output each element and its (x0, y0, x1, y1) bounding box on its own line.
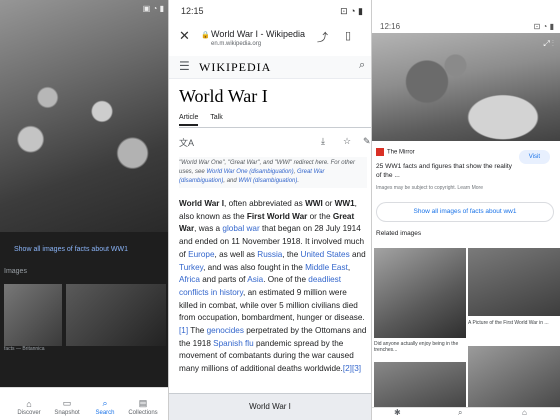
related-image[interactable] (374, 362, 466, 408)
bold-term: WWI (305, 199, 323, 208)
status-icons: ⊡ ◔ ▮ (533, 22, 554, 31)
article-heading: World War I (179, 86, 268, 106)
lens-icon[interactable]: ✱ (394, 408, 401, 417)
article-link[interactable]: Russia (257, 250, 282, 259)
search-icon[interactable]: ⌕ (458, 408, 462, 418)
related-image-caption: Did anyone actually enjoy being in the t… (374, 341, 459, 353)
article-text: . One of the (263, 275, 309, 285)
divider (179, 127, 371, 128)
trench-pool-photo[interactable]: ⤢ ⋮ (370, 33, 560, 141)
star-icon[interactable]: ☆ (343, 136, 351, 147)
article-link[interactable]: United States (301, 250, 350, 259)
close-icon[interactable]: ✕ (179, 28, 190, 44)
article-text: , the (282, 249, 301, 259)
bottom-navigation: ✱ ⌕ ⌂ (370, 407, 560, 420)
article-link[interactable]: Asia (247, 275, 263, 284)
share-icon[interactable]: ⤴ (317, 29, 328, 45)
article-tabs: Article Talk (179, 114, 233, 126)
article-footer-bar[interactable]: World War I (169, 393, 371, 420)
page-title: World War I - Wikipedia (211, 29, 306, 39)
collections-icon: ▤ (138, 398, 148, 408)
article-text: and parts of (199, 275, 248, 285)
related-image-caption: A Picture of the First World War in ... (468, 320, 549, 326)
hatnote-link[interactable]: World War One (disambiguation) (206, 169, 293, 175)
related-image[interactable] (468, 346, 560, 408)
status-icons: ⊡ ◔ ▮ (340, 6, 363, 16)
article-text: and (349, 249, 366, 259)
source-favicon (376, 148, 384, 156)
bold-term: World War I (179, 199, 225, 208)
article-link[interactable]: [2][3] (343, 364, 361, 373)
images-section-label: Images (4, 268, 27, 275)
custom-tab-toolbar: ✕ 🔒 World War I - Wikipedia en.m.wikiped… (169, 22, 371, 56)
status-bar: 12:16 ⊡ ◔ ▮ (380, 22, 554, 31)
article-link[interactable]: Middle East (305, 263, 348, 272)
article-text: , (347, 262, 351, 272)
article-link[interactable]: Europe (188, 250, 214, 259)
status-bar-icons: ▣ ◔ ▮ (142, 4, 164, 13)
hatnote-link[interactable]: WWI (disambiguation) (238, 178, 297, 184)
related-images-heading: Related images (376, 230, 422, 237)
article-text: , and was also fought in the (203, 262, 306, 272)
nav-label: Snapshot (54, 410, 80, 416)
article-text: The (188, 326, 207, 336)
source-name: The Mirror (387, 149, 415, 156)
trench-soldiers-photo[interactable] (0, 0, 170, 232)
expand-more-icon[interactable]: ⤢ ⋮ (543, 39, 554, 49)
left-screenshot-panel: ▣ ◔ ▮ Show all images of facts about WW1… (0, 0, 170, 420)
article-link[interactable]: genocides (207, 326, 244, 335)
hatnote: "World War One", "Great War", and "WWI" … (179, 157, 367, 188)
nav-label: Search (95, 410, 115, 416)
article-lead-paragraph: World War I, often abbreviated as WWI or… (179, 198, 367, 376)
wikipedia-screenshot-panel: 12:15 ⊡ ◔ ▮ ✕ 🔒 World War I - Wikipedia … (168, 0, 372, 420)
tab-article[interactable]: Article (179, 114, 199, 126)
lock-icon: 🔒 (201, 32, 210, 39)
page-tools: 文A ⤓ ☆ ✎ (179, 136, 371, 150)
article-link[interactable]: [1] (179, 326, 188, 335)
image-source: The Mirror (376, 148, 415, 156)
bookmark-icon[interactable]: ▯ (345, 29, 351, 42)
article-text: or the (307, 211, 333, 221)
article-link[interactable]: global war (222, 224, 259, 233)
related-image[interactable] (374, 248, 466, 338)
article-text: , often abbreviated as (224, 199, 306, 208)
search-icon[interactable]: ⌕ (359, 59, 365, 72)
wikipedia-logo[interactable]: WIKIPEDIA (199, 60, 271, 75)
article-link[interactable]: Africa (179, 275, 200, 284)
language-icon[interactable]: 文A (179, 136, 194, 149)
edit-icon[interactable]: ✎ (363, 136, 371, 147)
nav-label: Discover (17, 410, 41, 416)
tab-talk[interactable]: Talk (210, 114, 222, 121)
thumbnail-caption: facts — Britannica (4, 346, 45, 352)
menu-icon[interactable]: ☰ (179, 59, 190, 73)
bold-term: First World War (246, 211, 308, 221)
hatnote-text: . (297, 178, 300, 184)
page-url: en.m.wikipedia.org (211, 41, 262, 47)
copyright-notice: Images may be subject to copyright. Lear… (376, 185, 483, 191)
status-bar: 12:15 ⊡ ◔ ▮ (181, 6, 363, 16)
image-caption[interactable]: 25 WW1 facts and figures that show the r… (376, 162, 516, 180)
article-link[interactable]: Spanish flu (213, 339, 254, 348)
article-text: or (322, 199, 335, 208)
show-all-images-link[interactable]: Show all images of facts about WW1 (14, 246, 128, 253)
nav-label: Collections (128, 410, 158, 416)
bottom-navigation: ⌂ Discover ▭ Snapshot ⌕ Search ▤ Collect… (0, 387, 170, 420)
bold-term: WW1 (334, 199, 355, 208)
status-time: 12:16 (380, 22, 401, 31)
download-icon[interactable]: ⤓ (321, 136, 325, 147)
image-viewer-screenshot-panel: ⤢ ⋮ 12:16 ⊡ ◔ ▮ The Mirror Visit 25 WW1 … (370, 0, 560, 420)
home-icon[interactable]: ⌂ (522, 408, 527, 417)
show-all-images-button[interactable]: Show all images of facts about ww1 (376, 202, 554, 222)
wikipedia-header: ☰ WIKIPEDIA ⌕ (169, 56, 371, 79)
nav-collections[interactable]: ▤ Collections (116, 398, 170, 416)
article-link[interactable]: Turkey (179, 263, 203, 272)
article-text: , as well as (214, 249, 258, 259)
image-thumbnail[interactable] (66, 284, 166, 346)
article-text: , was a (194, 224, 223, 234)
status-time: 12:15 (181, 6, 204, 16)
image-thumbnail[interactable] (4, 284, 62, 346)
related-image[interactable] (468, 248, 560, 316)
visit-button[interactable]: Visit (518, 150, 550, 164)
hatnote-text: , and (223, 178, 239, 184)
